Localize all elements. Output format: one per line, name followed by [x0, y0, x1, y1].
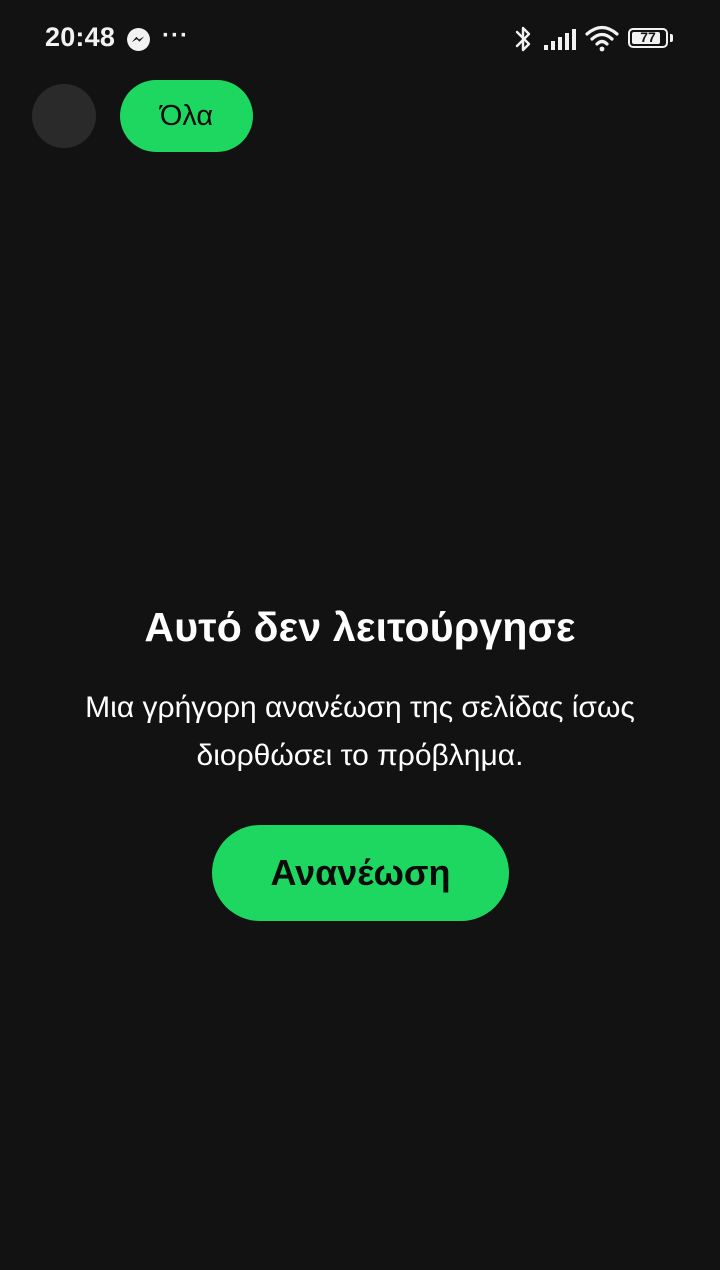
bluetooth-icon: [515, 26, 531, 52]
battery-level: 77: [640, 29, 656, 45]
refresh-button[interactable]: Ανανέωση: [212, 825, 509, 921]
status-time: 20:48: [45, 22, 116, 52]
wifi-icon: [585, 25, 619, 52]
error-message-line-1: Μια γρήγορη ανανέωση της σελίδας ίσως: [85, 691, 635, 724]
profile-avatar[interactable]: [32, 84, 96, 148]
error-message: Μια γρήγορη ανανέωση της σελίδας ίσως δι…: [20, 684, 700, 780]
messenger-icon: [127, 28, 150, 51]
signal-icon: [544, 29, 576, 50]
battery-cap: [670, 34, 673, 42]
more-notifications-icon: ···: [162, 22, 189, 49]
error-title: Αυτό δεν λειτούργησε: [144, 604, 576, 650]
error-message-line-2: διορθώσει το πρόβλημα.: [196, 739, 524, 772]
battery-icon: 77: [628, 28, 668, 48]
status-bar: 20:48 ··· 77: [0, 0, 720, 80]
filter-chip-all[interactable]: Όλα: [120, 80, 253, 152]
